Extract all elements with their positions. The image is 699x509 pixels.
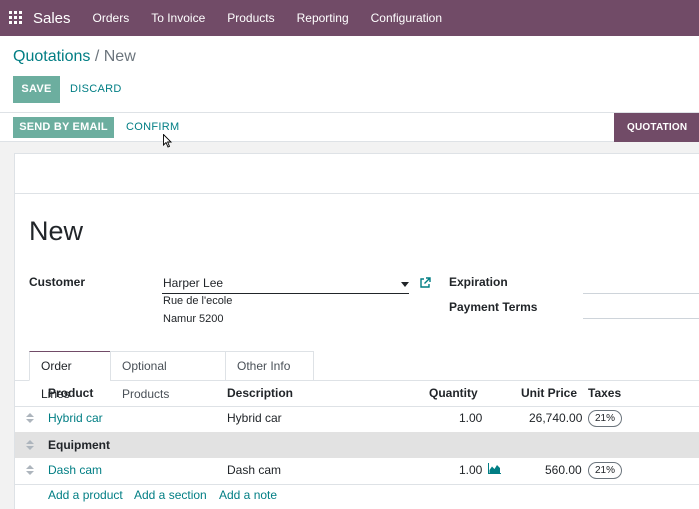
table-row-product[interactable]: Dash cam [48, 463, 102, 477]
table-row-description[interactable]: Dash cam [227, 463, 281, 477]
column-header-product[interactable]: Product [48, 386, 93, 400]
nav-item-reporting[interactable]: Reporting [297, 11, 349, 25]
dropdown-caret-icon[interactable] [401, 282, 409, 287]
send-by-email-button[interactable]: SEND BY EMAIL [13, 117, 114, 138]
breadcrumb: Quotations / New [13, 48, 136, 66]
column-header-taxes[interactable]: Taxes [588, 386, 621, 400]
tab-other-info[interactable]: Other Info [225, 351, 314, 381]
external-link-icon[interactable] [419, 277, 431, 289]
discard-button[interactable]: DISCARD [70, 76, 122, 103]
add-section-link[interactable]: Add a section [134, 488, 207, 502]
table-row-unit-price[interactable]: 560.00 [545, 463, 582, 477]
table-row-unit-price[interactable]: 26,740.00 [529, 411, 582, 425]
column-header-unit-price[interactable]: Unit Price [521, 386, 577, 400]
sheet-header-area [15, 154, 699, 194]
customer-label: Customer [29, 275, 86, 289]
forecast-chart-icon[interactable] [488, 463, 501, 474]
add-product-link[interactable]: Add a product [48, 488, 123, 502]
apps-menu-icon[interactable] [9, 11, 23, 25]
section-label[interactable]: Equipment [48, 438, 110, 452]
top-navbar: Sales Orders To Invoice Products Reporti… [0, 0, 699, 36]
drag-handle-icon[interactable] [26, 413, 34, 423]
nav-item-configuration[interactable]: Configuration [371, 11, 442, 25]
customer-address-line2: Namur 5200 [163, 313, 224, 325]
tab-optional-products[interactable]: Optional Products [110, 351, 226, 401]
drag-handle-icon[interactable] [26, 440, 34, 450]
customer-field[interactable]: Harper Lee [162, 275, 409, 294]
tax-badge[interactable]: 21% [588, 410, 623, 427]
column-header-quantity[interactable]: Quantity [429, 386, 478, 400]
tab-order-lines[interactable]: Order Lines [29, 351, 111, 401]
save-button[interactable]: SAVE [13, 76, 60, 103]
breadcrumb-separator: / [94, 48, 100, 65]
nav-item-orders[interactable]: Orders [93, 11, 130, 25]
form-sheet: New Customer Harper Lee Rue de l'ecole N… [14, 153, 699, 509]
customer-address-line1: Rue de l'ecole [163, 295, 233, 307]
payment-terms-input[interactable] [583, 318, 699, 319]
payment-terms-label: Payment Terms [449, 300, 538, 314]
customer-value: Harper Lee [163, 276, 224, 290]
drag-handle-icon[interactable] [26, 465, 34, 475]
mouse-cursor-icon [163, 134, 173, 148]
row-divider [15, 484, 699, 485]
status-quotation[interactable]: QUOTATION [614, 113, 699, 142]
nav-item-to-invoice[interactable]: To Invoice [151, 11, 205, 25]
table-header-divider [15, 406, 699, 407]
tax-badge[interactable]: 21% [588, 462, 623, 479]
breadcrumb-quotations[interactable]: Quotations [13, 48, 90, 65]
table-row-quantity[interactable]: 1.00 [459, 463, 482, 477]
breadcrumb-current: New [103, 48, 136, 65]
app-brand[interactable]: Sales [33, 10, 71, 27]
nav-item-products[interactable]: Products [227, 11, 274, 25]
statusbar: SEND BY EMAIL CONFIRM QUOTATION [0, 113, 699, 142]
expiration-input[interactable] [583, 293, 699, 294]
table-section-row[interactable]: Equipment [15, 432, 699, 458]
control-panel: Quotations / New SAVE DISCARD [0, 36, 699, 113]
table-row-description[interactable]: Hybrid car [227, 411, 282, 425]
expiration-label: Expiration [449, 275, 508, 289]
table-row-quantity[interactable]: 1.00 [459, 411, 482, 425]
add-note-link[interactable]: Add a note [219, 488, 277, 502]
table-row-product[interactable]: Hybrid car [48, 411, 103, 425]
record-title: New [29, 216, 84, 246]
column-header-description[interactable]: Description [227, 386, 293, 400]
